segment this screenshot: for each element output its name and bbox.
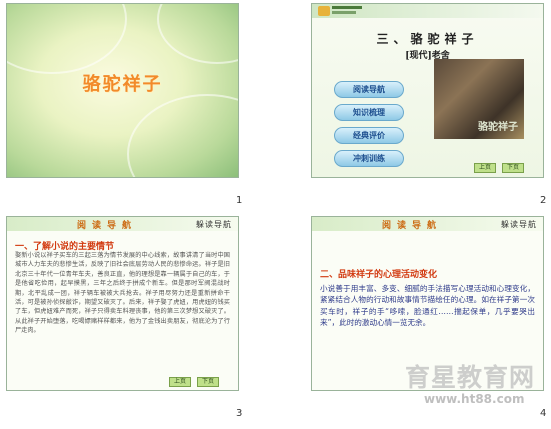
section-heading: 二、品味祥子的心理活动变化	[320, 270, 438, 280]
watermark-logo: 育星教育网	[405, 363, 536, 392]
decorative-swirl	[7, 4, 127, 74]
slide-heading: 三、骆驼祥子	[376, 32, 479, 46]
slide-thumbnail-1[interactable]: 骆驼祥子	[6, 3, 239, 178]
header-right-label: 躲读导航	[196, 220, 232, 229]
header-right-label: 躲读导航	[501, 220, 537, 229]
menu-item-practice[interactable]: 冲刺训练	[334, 150, 404, 167]
menu-item-knowledge[interactable]: 知识梳理	[334, 104, 404, 121]
logo-icon	[318, 6, 330, 16]
body-text: 娶新小说以祥子买车的三起三落为情节发展的中心线索，故事讲清了当时中国城市人力车夫…	[15, 252, 230, 335]
body-text: 小说善于用丰富、多变、细腻的手法描写心理活动和心理变化，紧紧结合人物的行动和故事…	[320, 284, 535, 328]
prev-page-button[interactable]: 上页	[169, 377, 191, 387]
slide-header: 阅读导航 躲读导航	[312, 217, 543, 231]
slide-thumbnail-2[interactable]: 三、骆驼祥子 [现代]老舍 阅读导航 知识梳理 经典评价 冲刺训练 骆驼祥子 上…	[311, 3, 544, 178]
slide-thumbnail-3[interactable]: 阅读导航 躲读导航 一、了解小说的主要情节 娶新小说以祥子买车的三起三落为情节发…	[6, 216, 239, 391]
menu-item-reading-guide[interactable]: 阅读导航	[334, 81, 404, 98]
header-title: 阅读导航	[77, 221, 138, 231]
menu-item-classic-review[interactable]: 经典评价	[334, 127, 404, 144]
decorative-swirl	[127, 94, 238, 177]
prev-page-button[interactable]: 上页	[474, 163, 496, 173]
next-page-button[interactable]: 下页	[502, 163, 524, 173]
photo-caption: 骆驼祥子	[478, 122, 518, 133]
next-page-button[interactable]: 下页	[197, 377, 219, 387]
slide-header: 阅读导航 躲读导航	[7, 217, 238, 231]
decorative-swirl	[157, 4, 238, 64]
slide-number: 3	[236, 408, 243, 419]
watermark-url: www.ht88.com	[424, 392, 525, 406]
slide-number: 1	[236, 195, 243, 206]
slide-title: 骆驼祥子	[82, 74, 163, 95]
slide-number: 4	[540, 408, 547, 419]
slide-number: 2	[540, 195, 547, 206]
cover-photo: 骆驼祥子	[434, 59, 524, 139]
header-title: 阅读导航	[382, 221, 443, 231]
slide-header	[312, 4, 543, 18]
